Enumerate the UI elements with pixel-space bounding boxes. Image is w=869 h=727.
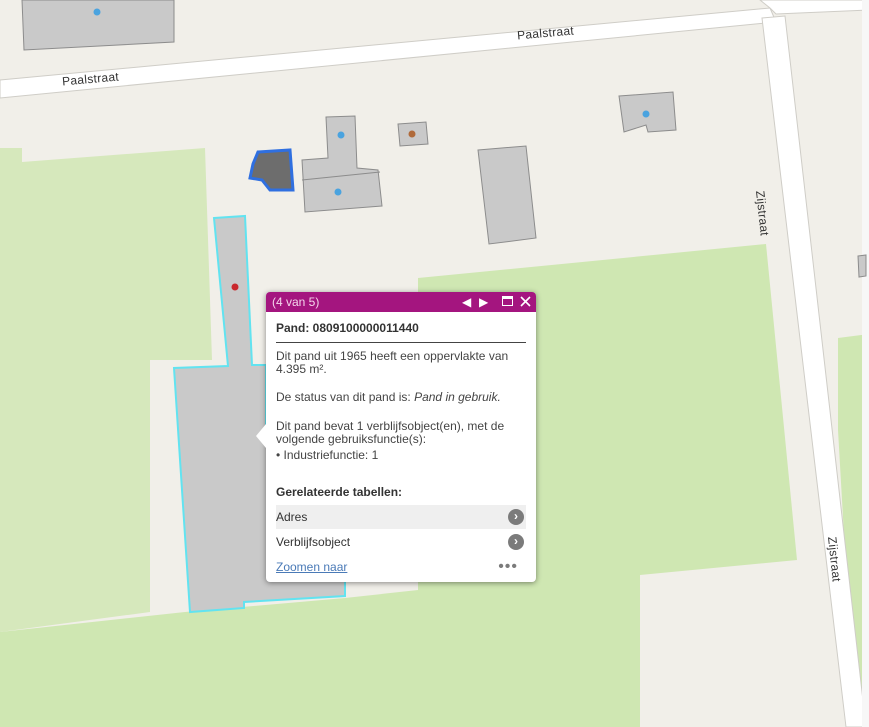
- building-dot: [337, 131, 345, 139]
- building-dot: [334, 188, 342, 196]
- building-dot: [642, 110, 650, 118]
- close-icon[interactable]: [520, 296, 531, 308]
- popup-counter: (4 van 5): [272, 295, 320, 309]
- related-label: Adres: [276, 510, 308, 524]
- prev-icon[interactable]: ◀: [462, 292, 471, 312]
- popup-pointer: [256, 424, 266, 448]
- popup-title: Pand: 0809100000011440: [276, 321, 526, 343]
- status-value: Pand in gebruik.: [414, 390, 501, 404]
- more-options-icon[interactable]: •••: [498, 558, 518, 576]
- building-top-left: [21, 0, 175, 51]
- popup-body: Pand: 0809100000011440 Dit pand uit 1965…: [266, 312, 536, 554]
- popup-status: De status van dit pand is: Pand in gebru…: [276, 391, 526, 404]
- popup-footer: Zoomen naar •••: [276, 558, 526, 576]
- building-dot: [408, 130, 416, 138]
- popup-paragraph: Dit pand uit 1965 heeft een oppervlakte …: [276, 349, 509, 376]
- maximize-icon[interactable]: [502, 296, 513, 308]
- chevron-right-icon: ›: [508, 509, 524, 525]
- building-dot: [93, 8, 101, 16]
- popup-paragraph: Dit pand bevat 1 verblijfsobject(en), me…: [276, 419, 505, 446]
- related-row-verblijfsobject[interactable]: Verblijfsobject ›: [276, 530, 526, 554]
- feature-popup: (4 van 5) ◀ ▶ Pand: 0809100000011440 Dit…: [256, 292, 536, 582]
- map-right-edge: [862, 0, 869, 727]
- related-row-adres[interactable]: Adres ›: [276, 505, 526, 529]
- related-heading: Gerelateerde tabellen:: [276, 485, 403, 499]
- popup-list-item: • Industriefunctie: 1: [276, 448, 379, 462]
- status-prefix: De status van dit pand is:: [276, 390, 415, 404]
- related-label: Verblijfsobject: [276, 535, 351, 549]
- zoom-to-link[interactable]: Zoomen naar: [276, 560, 347, 574]
- chevron-right-icon: ›: [508, 534, 524, 550]
- popup-header: (4 van 5) ◀ ▶: [266, 292, 536, 312]
- next-icon[interactable]: ▶: [479, 292, 488, 312]
- building-dot: [231, 283, 239, 291]
- building-far-right: [857, 254, 867, 278]
